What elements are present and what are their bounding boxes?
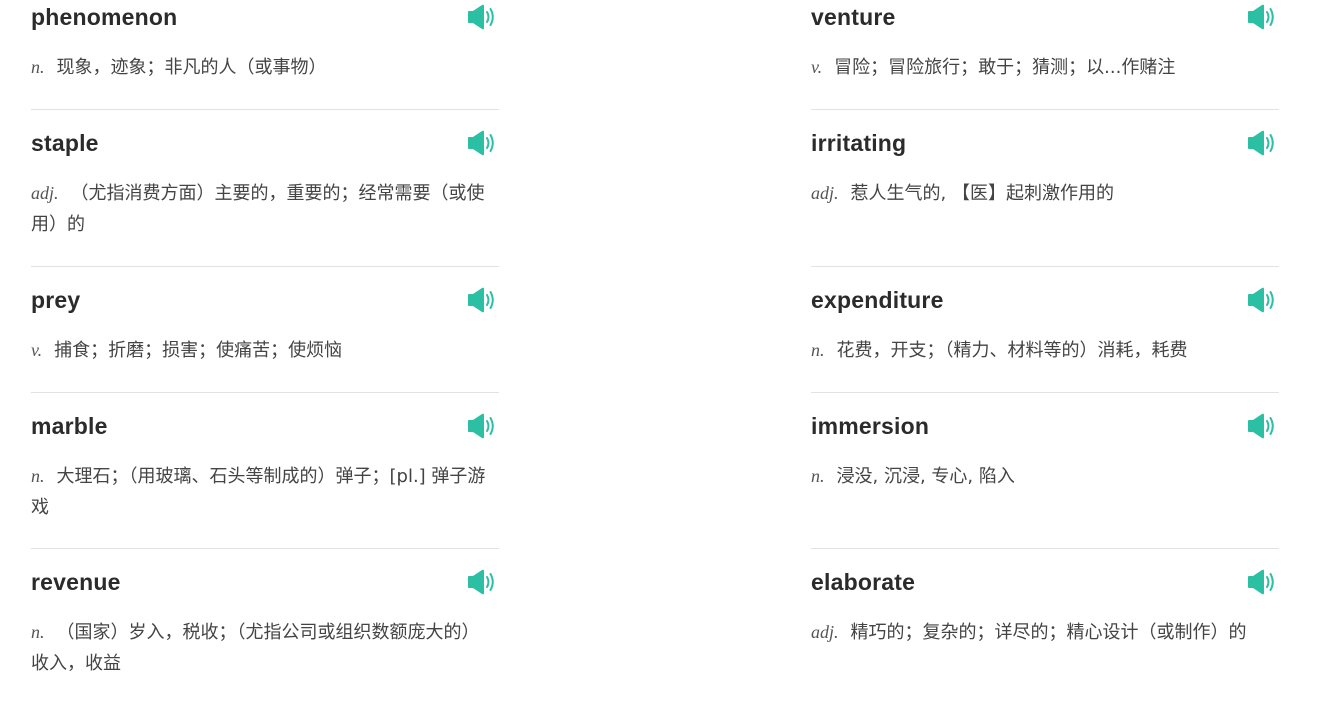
definition-text: 现象，迹象；非凡的人（或事物） [56, 57, 327, 78]
word-title[interactable]: marble [31, 411, 108, 441]
word-entry: venture v. 冒险；冒险旅行；敢于；猜测；以...作赌注 [811, 0, 1279, 110]
word-definition: v. 冒险；冒险旅行；敢于；猜测；以...作赌注 [811, 52, 1271, 83]
word-entry: prey v. 捕食；折磨；损害；使痛苦；使烦恼 [31, 267, 499, 393]
word-list-left: phenomenon n. 现象，迹象；非凡的人（或事物） staple adj.… [31, 0, 499, 707]
part-of-speech: adj. [31, 183, 59, 203]
definition-text: （国家）岁入，税收；（尤指公司或组织数额庞大的）收入，收益 [31, 622, 480, 674]
definition-text: 花费，开支；（精力、材料等的）消耗，耗费 [836, 340, 1188, 361]
word-definition: n. （国家）岁入，税收；（尤指公司或组织数额庞大的）收入，收益 [31, 617, 491, 679]
part-of-speech: n. [31, 57, 45, 77]
word-definition: n. 现象，迹象；非凡的人（或事物） [31, 52, 491, 83]
word-entry: expenditure n. 花费，开支；（精力、材料等的）消耗，耗费 [811, 267, 1279, 393]
word-entry: phenomenon n. 现象，迹象；非凡的人（或事物） [31, 0, 499, 110]
speaker-icon[interactable] [467, 568, 497, 596]
word-title[interactable]: elaborate [811, 567, 915, 597]
word-definition: adj. 惹人生气的, 【医】起刺激作用的 [811, 178, 1271, 209]
word-entry: immersion n. 浸没, 沉浸, 专心, 陷入 [811, 393, 1279, 549]
speaker-icon[interactable] [467, 412, 497, 440]
part-of-speech: v. [31, 340, 43, 360]
word-entry: staple adj. （尤指消费方面）主要的，重要的；经常需要（或使用）的 [31, 110, 499, 267]
word-definition: adj. （尤指消费方面）主要的，重要的；经常需要（或使用）的 [31, 178, 491, 240]
definition-text: （尤指消费方面）主要的，重要的；经常需要（或使用）的 [31, 183, 485, 235]
speaker-icon[interactable] [467, 286, 497, 314]
word-definition: n. 浸没, 沉浸, 专心, 陷入 [811, 461, 1271, 492]
word-title[interactable]: phenomenon [31, 2, 177, 32]
definition-text: 冒险；冒险旅行；敢于；猜测；以...作赌注 [834, 57, 1176, 78]
word-definition: v. 捕食；折磨；损害；使痛苦；使烦恼 [31, 335, 491, 366]
word-entry: marble n. 大理石；（用玻璃、石头等制成的）弹子；[pl.] 弹子游戏 [31, 393, 499, 549]
speaker-icon[interactable] [467, 129, 497, 157]
speaker-icon[interactable] [1247, 3, 1277, 31]
word-entry: elaborate adj. 精巧的；复杂的；详尽的；精心设计（或制作）的 [811, 549, 1279, 707]
part-of-speech: v. [811, 57, 823, 77]
part-of-speech: adj. [811, 183, 839, 203]
word-title[interactable]: immersion [811, 411, 929, 441]
part-of-speech: adj. [811, 622, 839, 642]
definition-text: 精巧的；复杂的；详尽的；精心设计（或制作）的 [850, 622, 1247, 643]
definition-text: 浸没, 沉浸, 专心, 陷入 [836, 466, 1015, 487]
word-definition: n. 花费，开支；（精力、材料等的）消耗，耗费 [811, 335, 1271, 366]
word-entry: irritating adj. 惹人生气的, 【医】起刺激作用的 [811, 110, 1279, 267]
word-entry: revenue n. （国家）岁入，税收；（尤指公司或组织数额庞大的）收入，收益 [31, 549, 499, 707]
speaker-icon[interactable] [1247, 412, 1277, 440]
speaker-icon[interactable] [1247, 568, 1277, 596]
word-title[interactable]: staple [31, 128, 99, 158]
speaker-icon[interactable] [1247, 129, 1277, 157]
word-definition: adj. 精巧的；复杂的；详尽的；精心设计（或制作）的 [811, 617, 1271, 648]
word-definition: n. 大理石；（用玻璃、石头等制成的）弹子；[pl.] 弹子游戏 [31, 461, 491, 523]
definition-text: 捕食；折磨；损害；使痛苦；使烦恼 [54, 340, 343, 361]
word-list-right: venture v. 冒险；冒险旅行；敢于；猜测；以...作赌注 irritati… [811, 0, 1279, 707]
word-title[interactable]: revenue [31, 567, 121, 597]
part-of-speech: n. [31, 466, 45, 486]
word-title[interactable]: irritating [811, 128, 906, 158]
part-of-speech: n. [811, 466, 825, 486]
word-title[interactable]: venture [811, 2, 895, 32]
definition-text: 大理石；（用玻璃、石头等制成的）弹子；[pl.] 弹子游戏 [31, 466, 486, 518]
definition-text: 惹人生气的, 【医】起刺激作用的 [850, 183, 1114, 204]
part-of-speech: n. [31, 622, 45, 642]
word-title[interactable]: prey [31, 285, 80, 315]
part-of-speech: n. [811, 340, 825, 360]
speaker-icon[interactable] [467, 3, 497, 31]
speaker-icon[interactable] [1247, 286, 1277, 314]
word-title[interactable]: expenditure [811, 285, 944, 315]
